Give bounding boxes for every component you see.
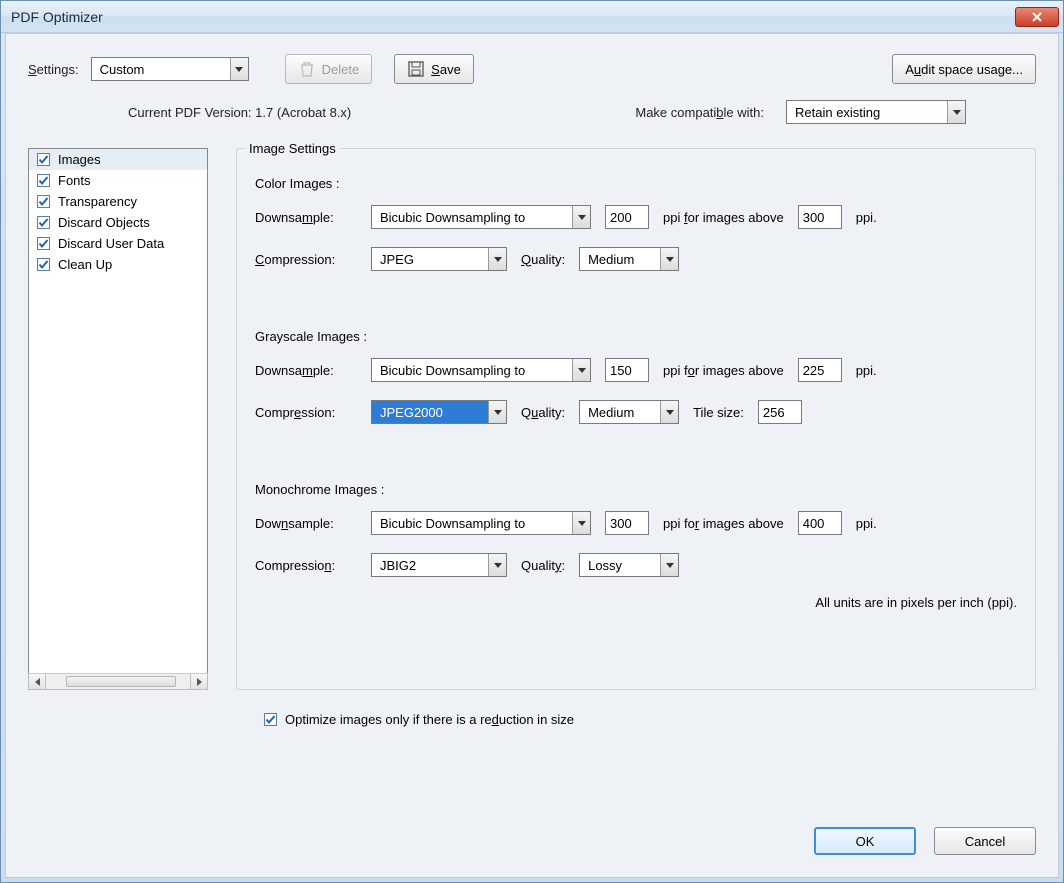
window-title: PDF Optimizer xyxy=(11,9,103,25)
gray-quality-combo[interactable]: Medium xyxy=(579,400,679,424)
gray-compression-combo[interactable]: JPEG2000 xyxy=(371,400,507,424)
downsample-label: Downsample: xyxy=(255,210,357,225)
ppi-for-label: ppi for images above xyxy=(663,363,784,378)
dialog-window: PDF Optimizer Settings: Custom Delete Sa… xyxy=(0,0,1064,883)
mono-above-input[interactable]: 400 xyxy=(798,511,842,535)
sidebar-item-discard-objects[interactable]: Discard Objects xyxy=(29,212,207,233)
delete-button: Delete xyxy=(285,54,373,84)
sidebar-checkbox[interactable] xyxy=(37,237,50,250)
save-button[interactable]: Save xyxy=(394,54,474,84)
sidebar-item-label: Discard User Data xyxy=(58,236,164,251)
current-version-label: Current PDF Version: 1.7 (Acrobat 8.x) xyxy=(128,105,351,120)
optimize-checkbox[interactable] xyxy=(264,713,277,726)
ppi-suffix: ppi. xyxy=(856,210,877,225)
ppi-suffix: ppi. xyxy=(856,516,877,531)
mono-quality-combo[interactable]: Lossy xyxy=(579,553,679,577)
sidebar-item-label: Discard Objects xyxy=(58,215,150,230)
toolbar-row: Settings: Custom Delete Save Audit space… xyxy=(28,54,1036,84)
quality-label: Quality: xyxy=(521,252,565,267)
color-heading: Color Images : xyxy=(255,176,1017,191)
sidebar-item-clean-up[interactable]: Clean Up xyxy=(29,254,207,275)
downsample-label: Downsample: xyxy=(255,516,357,531)
mono-heading: Monochrome Images : xyxy=(255,482,1017,497)
compression-label: Compression: xyxy=(255,405,357,420)
save-label: Save xyxy=(431,62,461,77)
ppi-for-label: ppi for images above xyxy=(663,210,784,225)
gray-downsample-combo[interactable]: Bicubic Downsampling to xyxy=(371,358,591,382)
combo-arrow xyxy=(947,101,965,123)
trash-icon xyxy=(298,60,316,78)
dialog-content: Settings: Custom Delete Save Audit space… xyxy=(5,33,1059,878)
version-row: Current PDF Version: 1.7 (Acrobat 8.x) M… xyxy=(128,100,1036,124)
color-ppi-input[interactable]: 200 xyxy=(605,205,649,229)
compat-combo[interactable]: Retain existing xyxy=(786,100,966,124)
floppy-icon xyxy=(407,60,425,78)
settings-value: Custom xyxy=(100,62,145,77)
color-downsample-combo[interactable]: Bicubic Downsampling to xyxy=(371,205,591,229)
delete-label: Delete xyxy=(322,62,360,77)
quality-label: Quality: xyxy=(521,558,565,573)
sidebar-checkbox[interactable] xyxy=(37,174,50,187)
audit-button[interactable]: Audit space usage... xyxy=(892,54,1036,84)
sidebar-item-label: Images xyxy=(58,152,101,167)
gray-heading: Grayscale Images : xyxy=(255,329,1017,344)
sidebar-item-images[interactable]: Images xyxy=(29,149,207,170)
downsample-label: Downsample: xyxy=(255,363,357,378)
combo-arrow xyxy=(230,58,248,80)
sidebar-item-label: Fonts xyxy=(58,173,91,188)
sidebar-item-label: Clean Up xyxy=(58,257,112,272)
titlebar: PDF Optimizer xyxy=(1,1,1063,33)
audit-label: Audit space usage... xyxy=(905,62,1023,77)
mono-ppi-input[interactable]: 300 xyxy=(605,511,649,535)
optimize-row: Optimize images only if there is a reduc… xyxy=(264,712,1036,727)
settings-label: Settings: xyxy=(28,62,79,77)
gray-ppi-input[interactable]: 150 xyxy=(605,358,649,382)
color-quality-combo[interactable]: Medium xyxy=(579,247,679,271)
scroll-track[interactable] xyxy=(46,674,190,689)
sidebar-checkbox[interactable] xyxy=(37,153,50,166)
mono-compression-combo[interactable]: JBIG2 xyxy=(371,553,507,577)
color-compression-combo[interactable]: JPEG xyxy=(371,247,507,271)
sidebar-checkbox[interactable] xyxy=(37,195,50,208)
ok-button[interactable]: OK xyxy=(814,827,916,855)
settings-combo[interactable]: Custom xyxy=(91,57,249,81)
cancel-button[interactable]: Cancel xyxy=(934,827,1036,855)
scroll-thumb[interactable] xyxy=(66,676,176,687)
ppi-suffix: ppi. xyxy=(856,363,877,378)
check-icon xyxy=(265,714,276,725)
sidebar-item-fonts[interactable]: Fonts xyxy=(29,170,207,191)
sidebar-checkbox[interactable] xyxy=(37,216,50,229)
image-settings-panel: Image Settings Color Images : Downsample… xyxy=(236,148,1036,690)
scroll-left-button[interactable] xyxy=(29,674,46,689)
close-icon xyxy=(1031,12,1043,22)
optimize-label: Optimize images only if there is a reduc… xyxy=(285,712,574,727)
compression-label: Compression: xyxy=(255,558,357,573)
compression-label: Compression: xyxy=(255,252,357,267)
close-button[interactable] xyxy=(1015,7,1059,27)
sidebar-item-transparency[interactable]: Transparency xyxy=(29,191,207,212)
color-above-input[interactable]: 300 xyxy=(798,205,842,229)
mono-downsample-combo[interactable]: Bicubic Downsampling to xyxy=(371,511,591,535)
dialog-footer: OK Cancel xyxy=(814,827,1036,855)
ppi-for-label: ppi for images above xyxy=(663,516,784,531)
gray-tile-input[interactable]: 256 xyxy=(758,400,802,424)
scroll-right-button[interactable] xyxy=(190,674,207,689)
tile-label: Tile size: xyxy=(693,405,744,420)
sidebar-checkbox[interactable] xyxy=(37,258,50,271)
units-note: All units are in pixels per inch (ppi). xyxy=(255,595,1017,610)
sidebar-item-label: Transparency xyxy=(58,194,137,209)
panel-title: Image Settings xyxy=(245,141,340,156)
sidebar-scrollbar[interactable] xyxy=(28,673,208,690)
compat-label: Make compatible with: xyxy=(635,105,764,120)
sidebar-item-discard-user-data[interactable]: Discard User Data xyxy=(29,233,207,254)
sidebar: Images Fonts Transparency Discard Objects Di… xyxy=(28,148,208,690)
sidebar-list[interactable]: Images Fonts Transparency Discard Objects Di… xyxy=(28,148,208,674)
compat-value: Retain existing xyxy=(795,105,880,120)
gray-above-input[interactable]: 225 xyxy=(798,358,842,382)
main-area: Images Fonts Transparency Discard Objects Di… xyxy=(28,148,1036,690)
quality-label: Quality: xyxy=(521,405,565,420)
